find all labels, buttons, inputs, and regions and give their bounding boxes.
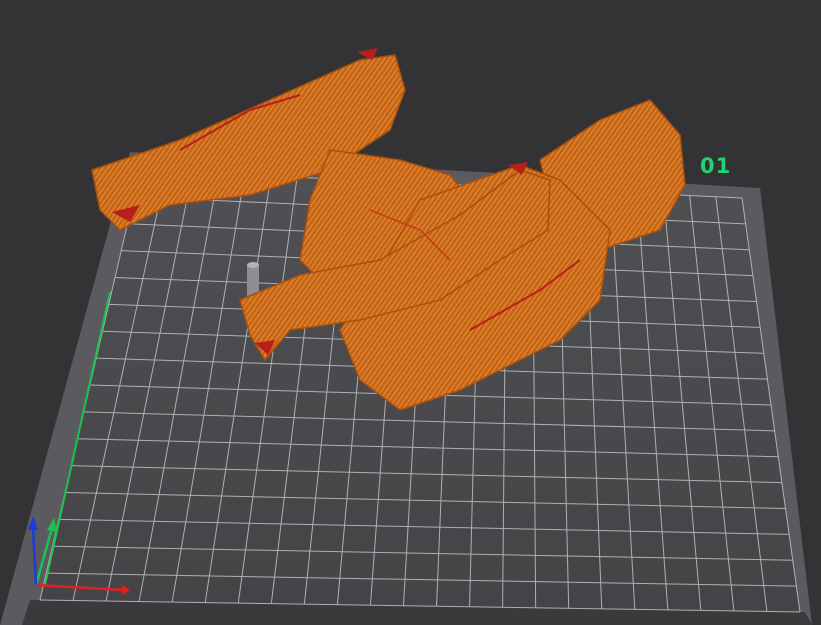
- plate-number-label[interactable]: 01: [700, 154, 731, 178]
- 3d-viewport[interactable]: [0, 0, 821, 625]
- small-cylinder-object[interactable]: [247, 262, 259, 297]
